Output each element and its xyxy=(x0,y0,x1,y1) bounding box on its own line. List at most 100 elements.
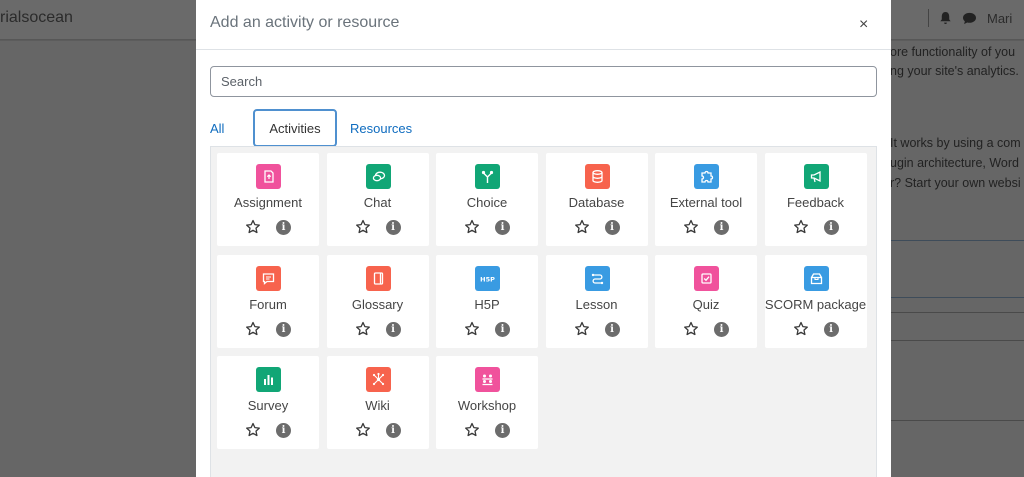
info-icon[interactable]: i xyxy=(276,321,291,337)
star-icon[interactable] xyxy=(683,321,699,337)
lesson-icon xyxy=(584,265,610,291)
background-text: ugin architecture, Word xyxy=(890,156,1019,170)
star-icon[interactable] xyxy=(355,422,371,438)
info-icon[interactable]: i xyxy=(495,423,510,438)
star-icon[interactable] xyxy=(464,219,480,235)
background-text: ore functionality of you xyxy=(890,45,1016,59)
activity-label: Lesson xyxy=(575,296,618,312)
background-divider xyxy=(880,240,1024,241)
workshop-icon xyxy=(475,367,500,392)
activity-label: Quiz xyxy=(692,296,720,312)
info-icon[interactable]: i xyxy=(823,321,839,337)
info-icon[interactable]: i xyxy=(385,423,401,438)
message-icon[interactable] xyxy=(962,12,977,25)
activity-label: Chat xyxy=(363,195,392,210)
choice-icon xyxy=(475,164,500,189)
background-text: ng your site's analytics. xyxy=(890,64,1019,78)
activity-label: Choice xyxy=(466,195,508,210)
puzzle-icon xyxy=(694,164,719,189)
star-icon[interactable] xyxy=(683,219,699,235)
activity-card[interactable]: Wiki i xyxy=(326,356,429,449)
activity-card[interactable]: Forum i xyxy=(217,254,319,348)
activity-card[interactable]: Quiz i xyxy=(655,254,757,348)
search-input[interactable] xyxy=(211,67,876,96)
activity-card[interactable]: H5P H5P i xyxy=(436,254,538,348)
activity-label: Assignment xyxy=(234,195,302,210)
modal-title: Add an activity or resource xyxy=(210,14,400,31)
activity-card[interactable]: Lesson i xyxy=(545,254,648,348)
forum-icon xyxy=(256,265,281,291)
navbar-actions: Mari xyxy=(928,9,1012,27)
activity-card[interactable]: Feedback i xyxy=(764,153,867,246)
activity-label: Wiki xyxy=(365,398,390,413)
site-brand: rialsocean xyxy=(0,9,73,26)
background-divider xyxy=(880,340,1024,341)
star-icon[interactable] xyxy=(574,321,590,337)
star-icon[interactable] xyxy=(793,321,809,337)
wiki-icon xyxy=(365,367,391,392)
info-icon[interactable]: i xyxy=(385,321,401,337)
background-text: It works by using a com xyxy=(890,136,1021,150)
database-icon xyxy=(584,164,610,189)
activity-label: Database xyxy=(568,195,625,210)
chart-icon xyxy=(256,367,281,392)
activity-card[interactable]: SCORM package i xyxy=(764,254,867,348)
tab-activities[interactable]: Activities xyxy=(253,109,337,147)
star-icon[interactable] xyxy=(245,422,261,438)
user-name[interactable]: Mari xyxy=(987,11,1012,26)
h5p-icon: H5P xyxy=(475,265,500,291)
activity-label: H5P xyxy=(474,296,500,312)
search-field xyxy=(210,66,877,97)
package-icon xyxy=(803,265,829,291)
activity-card[interactable]: Choice i xyxy=(436,153,538,246)
info-icon[interactable]: i xyxy=(714,220,729,235)
activity-label: Survey xyxy=(247,398,289,413)
info-icon[interactable]: i xyxy=(385,220,401,235)
star-icon[interactable] xyxy=(464,422,480,438)
star-icon[interactable] xyxy=(793,219,809,235)
activity-card[interactable]: Assignment i xyxy=(217,153,319,246)
activity-label: External tool xyxy=(669,195,743,210)
activity-card[interactable]: Workshop i xyxy=(436,356,538,449)
activity-card[interactable]: External tool i xyxy=(655,153,757,246)
activity-card[interactable]: Survey i xyxy=(217,356,319,449)
activity-label: SCORM package xyxy=(764,296,867,312)
star-icon[interactable] xyxy=(245,321,261,337)
activity-grid: Assignment i Chat i Choice i Database i External… xyxy=(210,146,877,477)
close-button[interactable]: × xyxy=(859,17,868,33)
activity-label: Workshop xyxy=(457,398,517,413)
activity-label: Glossary xyxy=(351,296,404,312)
info-icon[interactable]: i xyxy=(604,321,620,337)
quiz-icon xyxy=(694,265,719,291)
star-icon[interactable] xyxy=(574,219,590,235)
info-icon[interactable]: i xyxy=(604,220,620,235)
info-icon[interactable]: i xyxy=(495,321,510,337)
info-icon[interactable]: i xyxy=(276,220,291,235)
chat-icon xyxy=(365,164,391,189)
info-icon[interactable]: i xyxy=(714,321,729,337)
megaphone-icon xyxy=(803,164,829,189)
bell-icon[interactable] xyxy=(939,11,952,25)
activity-label: Forum xyxy=(249,296,287,312)
info-icon[interactable]: i xyxy=(823,220,839,235)
star-icon[interactable] xyxy=(245,219,261,235)
activity-label: Feedback xyxy=(786,195,845,210)
svg-text:H5P: H5P xyxy=(480,275,495,283)
background-divider xyxy=(880,420,1024,421)
star-icon[interactable] xyxy=(355,321,371,337)
star-icon[interactable] xyxy=(464,321,480,337)
modal-header: Add an activity or resource × xyxy=(196,0,891,50)
tab-resources[interactable]: Resources xyxy=(343,109,413,147)
info-icon[interactable]: i xyxy=(495,220,510,235)
info-icon[interactable]: i xyxy=(276,423,291,438)
star-icon[interactable] xyxy=(355,219,371,235)
activity-card[interactable]: Database i xyxy=(545,153,648,246)
background-divider xyxy=(880,297,1024,298)
activity-card[interactable]: Glossary i xyxy=(326,254,429,348)
background-divider xyxy=(880,312,1024,313)
navbar-divider xyxy=(928,9,929,27)
activity-chooser-modal: Add an activity or resource × All Activi… xyxy=(196,0,891,477)
activity-card[interactable]: Chat i xyxy=(326,153,429,246)
background-text: r? Start your own websi xyxy=(890,176,1021,190)
tab-all[interactable]: All xyxy=(210,109,254,147)
